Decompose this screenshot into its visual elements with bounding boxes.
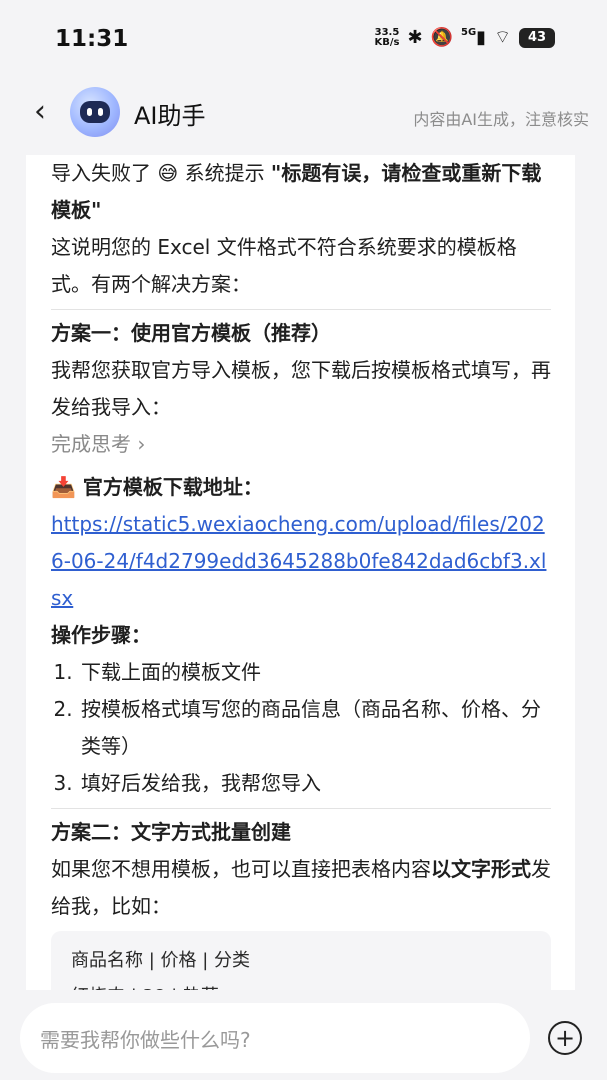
status-time: 11:31: [55, 26, 129, 52]
plan2-title: 方案二：文字方式批量创建: [51, 820, 291, 844]
message-line: 导入失败了 😅 系统提示 "标题有误，请检查或重新下载模板": [51, 161, 542, 222]
assistant-message-card: 导入失败了 😅 系统提示 "标题有误，请检查或重新下载模板" 这说明您的 Exc…: [26, 155, 575, 995]
signal-icon: 5G▮: [461, 27, 487, 48]
list-item: 填好后发给我，我帮您导入: [79, 765, 551, 802]
plan2-text: 如果您不想用模板，也可以直接把表格内容以文字形式发给我，比如：: [51, 857, 551, 918]
input-bar: 需要我帮你做些什么吗? +: [0, 990, 607, 1080]
template-download-link[interactable]: https://static5.wexiaocheng.com/upload/f…: [51, 506, 551, 617]
plan1-text: 我帮您获取官方导入模板，您下载后按模板格式填写，再发给我导入：: [51, 358, 551, 419]
message-content: 导入失败了 😅 系统提示 "标题有误，请检查或重新下载模板" 这说明您的 Exc…: [51, 155, 551, 995]
plan1-title: 方案一：使用官方模板（推荐）: [51, 321, 331, 345]
page-title: AI助手: [134, 102, 206, 130]
status-bar: 11:31 33.5 KB/s ✱ 🔕 5G▮ ⌔ 43: [0, 0, 607, 80]
ai-assistant-avatar: [70, 87, 120, 137]
download-title: 📥 官方模板下载地址：: [51, 475, 263, 499]
message-input[interactable]: 需要我帮你做些什么吗?: [20, 1003, 530, 1073]
thinking-toggle[interactable]: 完成思考 ›: [51, 426, 551, 463]
wifi-icon: ⌔: [494, 27, 511, 48]
status-icons: 33.5 KB/s ✱ 🔕 5G▮ ⌔ 43: [374, 26, 555, 49]
list-item: 下载上面的模板文件: [79, 654, 551, 691]
network-speed: 33.5 KB/s: [374, 26, 400, 48]
divider: [51, 309, 551, 310]
mute-icon: 🔕: [430, 27, 453, 48]
steps-title: 操作步骤：: [51, 623, 151, 647]
divider: [51, 808, 551, 809]
message-line: 这说明您的 Excel 文件格式不符合系统要求的模板格式。有两个解决方案：: [51, 235, 517, 296]
steps-list: 下载上面的模板文件 按模板格式填写您的商品信息（商品名称、价格、分类等） 填好后…: [51, 654, 551, 802]
code-line: 商品名称 | 价格 | 分类: [71, 950, 251, 971]
robot-icon: [80, 101, 110, 123]
ai-disclaimer: 内容由AI生成，注意核实: [413, 110, 589, 129]
battery-icon: 43: [519, 27, 555, 48]
list-item: 按模板格式填写您的商品信息（商品名称、价格、分类等）: [79, 691, 551, 765]
back-arrow-icon[interactable]: ‹: [34, 97, 46, 127]
plus-circle-icon[interactable]: +: [548, 1021, 582, 1055]
code-block: 商品名称 | 价格 | 分类 红烧肉 | 38 | 热菜: [51, 931, 551, 995]
bluetooth-icon: ✱: [407, 27, 423, 48]
chat-header: ‹ AI助手 内容由AI生成，注意核实: [0, 82, 607, 142]
